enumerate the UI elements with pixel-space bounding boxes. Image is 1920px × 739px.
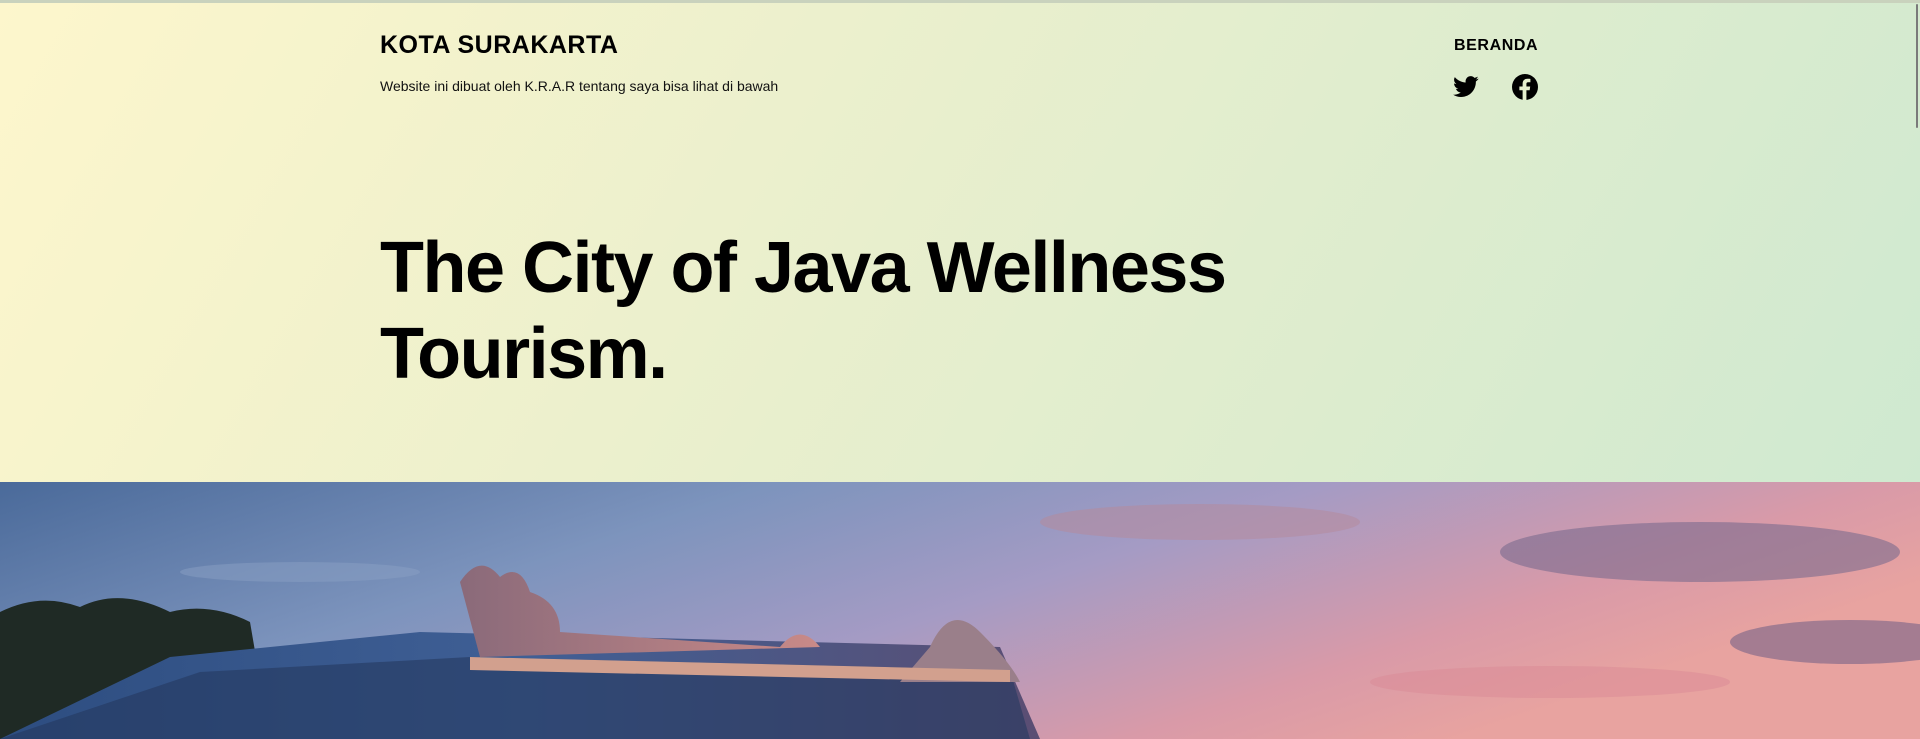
facebook-icon — [1512, 74, 1538, 100]
twitter-icon — [1453, 76, 1479, 97]
site-title[interactable]: KOTA SURAKARTA — [380, 31, 618, 60]
twitter-link[interactable] — [1452, 73, 1480, 101]
facebook-link[interactable] — [1511, 73, 1539, 101]
scrollbar[interactable] — [1914, 0, 1920, 739]
hero-title: The City of Java Wellness Tourism. — [380, 228, 1227, 394]
site-header: KOTA SURAKARTA Website ini dibuat oleh K… — [0, 0, 1920, 482]
nav-link-beranda[interactable]: BERANDA — [1454, 37, 1538, 55]
site-tagline: Website ini dibuat oleh K.R.A.R tentang … — [380, 78, 779, 94]
hero-image — [0, 482, 1920, 739]
temple-sunset-image — [0, 482, 1920, 739]
scrollbar-thumb[interactable] — [1916, 4, 1918, 128]
